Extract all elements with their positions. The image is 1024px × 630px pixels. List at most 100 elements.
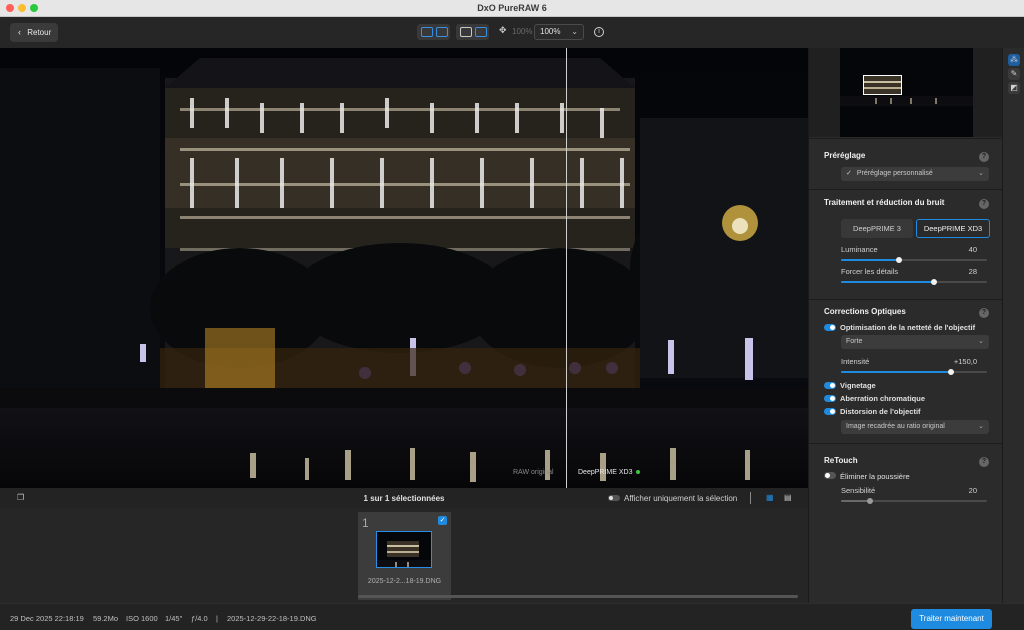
distortion-label: Distorsion de l'objectif [840, 407, 921, 416]
details-slider[interactable] [841, 279, 987, 285]
intensity-slider-knob[interactable] [947, 369, 954, 375]
single-view-icon[interactable] [460, 27, 472, 37]
sensitivity-value: 20 [968, 486, 977, 495]
chevron-down-icon: ⌄ [978, 338, 984, 345]
status-shutter: 1/45" [165, 614, 183, 623]
status-bar: 29 Dec 2025 22:18:19 59.2Mo ISO 1600 1/4… [0, 603, 1024, 630]
zoom-select[interactable]: 100% ⌄ [534, 24, 584, 40]
zoom-disabled-label: 100% [512, 27, 533, 36]
chevron-down-icon: ⌄ [978, 423, 984, 430]
sharpness-label: Optimisation de la netteté de l'objectif [840, 323, 976, 332]
filmstrip-scrollbar[interactable] [358, 595, 798, 598]
luminance-value: 40 [968, 245, 977, 254]
sharpness-mode-dropdown[interactable]: Forte ⌄ [841, 335, 989, 349]
vignetting-label: Vignetage [840, 381, 876, 390]
sensitivity-label: Sensibilité [841, 486, 876, 495]
luminance-slider-knob[interactable] [896, 257, 903, 263]
split-compare-icon[interactable] [475, 27, 487, 37]
details-label: Forcer les détails [841, 267, 899, 276]
preset-title: Préréglage [824, 151, 866, 160]
distortion-toggle[interactable] [824, 408, 836, 415]
original-view-label: RAW original [513, 469, 554, 476]
side-panel-layout-icon[interactable] [436, 27, 448, 37]
info-icon[interactable]: i [594, 27, 604, 37]
vignetting-toggle[interactable] [824, 382, 836, 389]
deepprime-xd3-option[interactable]: DeepPRIME XD3 [916, 219, 990, 238]
status-separator: | [216, 614, 218, 623]
intensity-slider[interactable] [841, 369, 987, 375]
back-button[interactable]: ‹ Retour [10, 23, 58, 42]
divider [809, 138, 1003, 139]
status-size: 59.2Mo [93, 614, 119, 623]
thumbnail-checkbox[interactable]: ✓ [438, 516, 447, 525]
layout-toggle-group [417, 24, 450, 40]
status-iso: ISO 1600 [126, 614, 158, 623]
navigator-thumbnail[interactable] [840, 48, 973, 137]
chromatic-toggle[interactable] [824, 395, 836, 402]
status-aperture: ƒ/4.0 [191, 614, 208, 623]
title-bar: DxO PureRAW 6 [0, 0, 1024, 17]
sharpness-toggle[interactable] [824, 324, 836, 331]
tool-rail: ⁂ ✎ ◩ [1002, 48, 1024, 603]
compare-split-handle[interactable] [566, 48, 567, 488]
details-slider-fill [841, 281, 935, 283]
sensitivity-slider[interactable] [841, 498, 987, 504]
luminance-slider-fill [841, 259, 900, 261]
zoom-fit-group: ✥ 100% [496, 24, 532, 40]
toolbar: ‹ Retour ✥ 100% 100% ⌄ i [0, 17, 1024, 48]
details-value: 28 [968, 267, 977, 276]
divider [809, 443, 1003, 444]
sensitivity-slider-fill [841, 500, 871, 502]
chromatic-label: Aberration chromatique [840, 394, 926, 403]
dust-label: Éliminer la poussière [840, 472, 910, 481]
luminance-slider[interactable] [841, 257, 987, 263]
deepprime-3-option[interactable]: DeepPRIME 3 [841, 219, 913, 238]
chevron-down-icon: ⌄ [571, 27, 578, 36]
divider [809, 189, 1003, 190]
preset-dropdown-value: Préréglage personnalisé [856, 170, 933, 177]
only-selection-label: Afficher uniquement la sélection [624, 494, 738, 503]
retouch-tool-icon[interactable]: ◩ [1008, 82, 1020, 94]
retouch-title: ReTouch [824, 456, 858, 465]
process-now-button[interactable]: Traiter maintenant [911, 609, 992, 629]
chevron-left-icon: ‹ [18, 27, 21, 37]
optics-help-icon[interactable]: ? [979, 308, 989, 318]
list-view-icon[interactable]: ▤ [784, 493, 792, 502]
navigator-scene-icon [840, 48, 973, 137]
brush-tool-icon[interactable]: ✎ [1008, 68, 1020, 80]
processed-view-label: DeepPRIME XD3 [578, 469, 641, 476]
denoise-title: Traitement et réduction du bruit [824, 198, 945, 207]
compare-toggle-group [456, 24, 489, 40]
preset-dropdown[interactable]: ✓ Préréglage personnalisé ⌄ [841, 167, 989, 181]
navigator-viewport-rect[interactable] [863, 75, 902, 95]
preset-help-icon[interactable]: ? [979, 152, 989, 162]
distortion-mode-dropdown[interactable]: Image recadrée au ratio original ⌄ [841, 420, 989, 434]
retouch-help-icon[interactable]: ? [979, 457, 989, 467]
chevron-down-icon: ⌄ [978, 170, 984, 177]
divider [809, 299, 1003, 300]
dust-toggle[interactable] [824, 472, 836, 479]
processed-view-label-text: DeepPRIME XD3 [578, 469, 633, 476]
image-viewer[interactable]: RAW original DeepPRIME XD3 [0, 48, 808, 488]
sharpness-mode-value: Forte [846, 338, 863, 345]
filmstrip-header: ❐ 1 sur 1 sélectionnées Afficher uniquem… [0, 488, 808, 508]
only-selection-toggle[interactable] [608, 495, 620, 501]
status-date: 29 Dec 2025 22:18:19 [10, 614, 84, 623]
sensitivity-slider-knob[interactable] [867, 498, 874, 504]
details-slider-knob[interactable] [931, 279, 938, 285]
move-arrows-icon[interactable]: ✥ [499, 25, 507, 36]
thumbnail-scene-icon [377, 532, 431, 567]
thumbnail-image [376, 531, 432, 568]
distortion-mode-value: Image recadrée au ratio original [846, 423, 945, 430]
grid-view-icon[interactable]: ▦ [766, 493, 774, 502]
thumbnail-card[interactable]: 1 ✓ 2025-12-2...18-19.DNG [358, 512, 451, 600]
settings-tool-icon[interactable]: ⁂ [1008, 54, 1020, 66]
denoise-help-icon[interactable]: ? [979, 199, 989, 209]
intensity-slider-fill [841, 371, 951, 373]
intensity-value: +150,0 [953, 357, 977, 366]
luminance-label: Luminance [841, 245, 878, 254]
thumbnail-index: 1 [362, 516, 369, 530]
split-horizontal-icon[interactable] [421, 27, 433, 37]
night-scene-photo [0, 48, 808, 488]
status-filename: 2025-12-29-22-18-19.DNG [227, 614, 317, 623]
